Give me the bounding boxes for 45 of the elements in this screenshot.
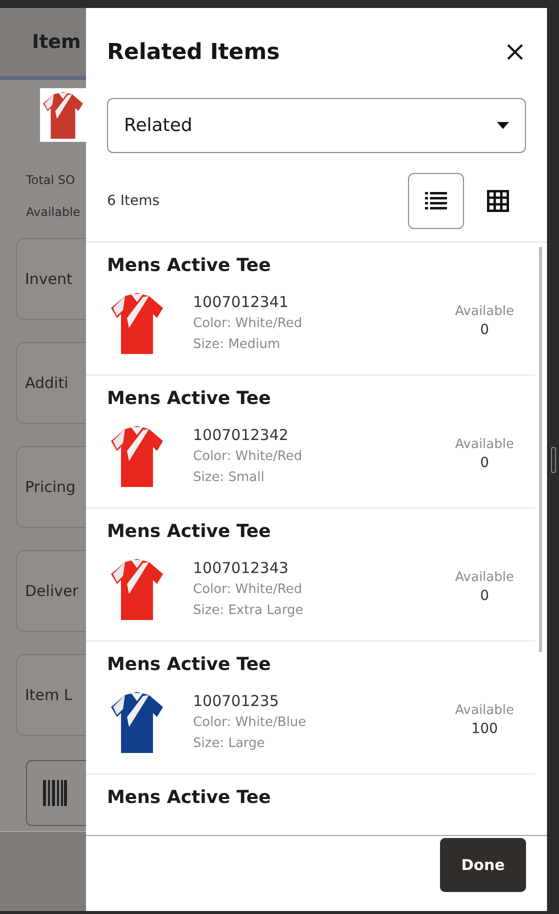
page-title: Item xyxy=(32,31,81,53)
item-name: Mens Active Tee xyxy=(107,654,272,675)
dialog-title: Related Items xyxy=(107,40,280,64)
item-color: Color: White/Red xyxy=(193,581,304,599)
available-label: Available xyxy=(455,703,514,718)
item-number: 1007012341 xyxy=(193,292,290,313)
available-quantity: 0 xyxy=(479,455,490,471)
available-label: Available xyxy=(455,304,514,319)
item-size: Size: Large xyxy=(193,735,266,753)
item-name: Mens Active Tee xyxy=(107,521,272,542)
item-size: Size: Extra Large xyxy=(193,602,304,620)
item-count: 6 Items xyxy=(107,193,160,209)
available-label: Available xyxy=(455,437,514,452)
item-number: 1007012343 xyxy=(193,558,290,579)
item-name: Mens Active Tee xyxy=(107,787,272,808)
section-card[interactable]: Additi xyxy=(16,342,86,424)
item-number: 100701235 xyxy=(193,691,280,712)
item-name: Mens Active Tee xyxy=(107,388,272,409)
resize-handle[interactable] xyxy=(550,446,556,472)
list-icon xyxy=(424,192,448,210)
section-card[interactable]: Pricing xyxy=(16,446,86,528)
available-quantity: 0 xyxy=(479,322,490,338)
item-color: Color: White/Red xyxy=(193,448,304,466)
barcode-icon xyxy=(43,780,67,806)
item-size: Size: Small xyxy=(193,469,266,487)
section-card[interactable]: Item L xyxy=(16,654,86,736)
filter-dropdown[interactable]: Related xyxy=(107,98,526,153)
available-quantity: 0 xyxy=(479,588,490,604)
item-color: Color: White/Blue xyxy=(193,714,308,732)
section-card[interactable]: Deliver xyxy=(16,550,86,632)
item-color: Color: White/Red xyxy=(193,315,304,333)
available-label: Available xyxy=(455,570,514,585)
stat-label: Available xyxy=(25,204,82,221)
item-number: 1007012342 xyxy=(193,425,290,446)
list-view-button[interactable] xyxy=(408,173,464,229)
item-name: Mens Active Tee xyxy=(107,255,272,276)
stat-label: Total SO xyxy=(25,172,76,189)
close-icon xyxy=(506,43,524,61)
item-size: Size: Medium xyxy=(193,336,282,354)
scrollbar[interactable] xyxy=(539,247,542,652)
available-quantity: 100 xyxy=(470,721,499,737)
section-card[interactable]: Invent xyxy=(16,238,86,320)
done-button[interactable]: Done xyxy=(440,838,526,892)
grid-icon xyxy=(487,190,509,212)
caret-icon xyxy=(497,122,509,129)
